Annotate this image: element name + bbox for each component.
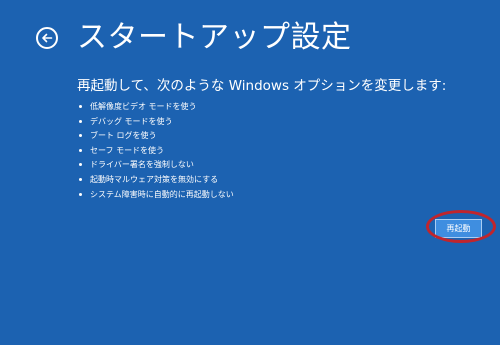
bullet-icon — [79, 192, 82, 196]
startup-settings-screen: スタートアップ設定 再起動して、次のような Windows オプションを変更しま… — [0, 0, 500, 345]
bullet-icon — [79, 148, 82, 152]
option-label: 低解像度ビデオ モードを使う — [90, 102, 197, 111]
list-item: セーフ モードを使う — [79, 144, 234, 157]
option-label: デバッグ モードを使う — [90, 116, 173, 126]
option-label: ブート ログを使う — [90, 131, 157, 141]
bullet-icon — [79, 105, 82, 108]
list-item: ブート ログを使う — [79, 129, 234, 142]
option-label: セーフ モードを使う — [90, 145, 165, 155]
bullet-icon — [79, 163, 82, 167]
bullet-icon — [79, 177, 82, 181]
option-label: ドライバー署名を強制しない — [90, 160, 194, 170]
list-item: ドライバー署名を強制しない — [79, 158, 234, 171]
list-item: デバッグ モードを使う — [79, 115, 234, 128]
option-label: システム障害時に自動的に再起動しない — [90, 189, 234, 199]
back-arrow-icon[interactable] — [36, 27, 58, 49]
startup-option-list: 低解像度ビデオ モードを使う デバッグ モードを使う ブート ログを使う セーフ… — [79, 100, 234, 202]
page-title: スタートアップ設定 — [77, 20, 352, 55]
option-label: 起動時マルウェア対策を無効にする — [90, 174, 219, 184]
bullet-icon — [79, 134, 82, 138]
page-subtitle: 再起動して、次のような Windows オプションを変更します: — [77, 78, 447, 94]
restart-button[interactable]: 再起動 — [435, 219, 482, 238]
list-item: システム障害時に自動的に再起動しない — [79, 188, 234, 201]
back-arrow-glyph — [42, 33, 53, 43]
list-item: 低解像度ビデオ モードを使う — [79, 100, 234, 113]
list-item: 起動時マルウェア対策を無効にする — [79, 173, 234, 186]
bullet-icon — [79, 119, 82, 123]
